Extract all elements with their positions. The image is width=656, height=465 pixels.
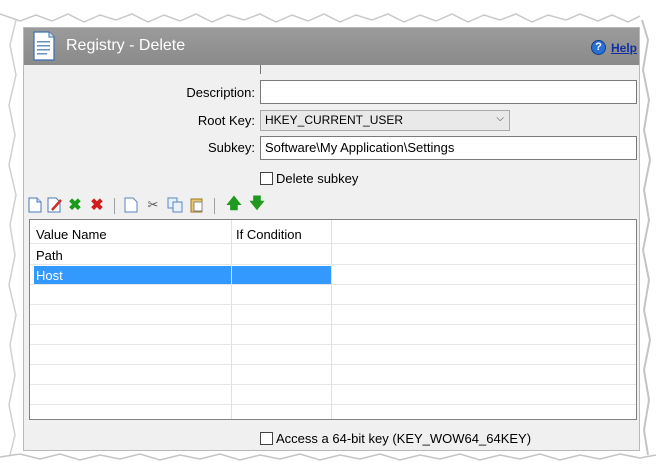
value-name-cell[interactable]: Host (30, 265, 230, 285)
empty-row (30, 285, 636, 305)
subkey-label: Subkey: (208, 140, 255, 155)
check-icon[interactable]: ✖ (66, 196, 84, 214)
delete-icon[interactable]: ✖ (88, 196, 106, 214)
table-row[interactable]: Path (30, 245, 636, 265)
duplicate-icon[interactable] (166, 196, 184, 214)
panel-header: Registry - Delete ? Help (24, 28, 639, 65)
grid-header-row: Value Name If Condition (30, 224, 636, 244)
description-label: Description: (186, 85, 255, 100)
empty-row (30, 385, 636, 405)
subkey-input[interactable]: Software\My Application\Settings (260, 136, 637, 160)
new-icon[interactable] (26, 196, 44, 214)
value-name-cell[interactable]: Path (30, 245, 230, 265)
access-64bit-checkbox[interactable] (260, 432, 273, 445)
access-64bit-label: Access a 64-bit key (KEY_WOW64_64KEY) (276, 431, 532, 446)
empty-row (30, 365, 636, 385)
torn-edge-left (8, 19, 17, 456)
torn-edge-bottom (0, 453, 656, 461)
delete-subkey-checkbox[interactable] (260, 172, 273, 185)
if-condition-cell[interactable] (230, 245, 330, 265)
toolbar-separator (114, 198, 115, 214)
help-icon[interactable]: ? (591, 40, 606, 55)
torn-edge-top (0, 0, 656, 23)
column-header-value-name[interactable]: Value Name (30, 224, 230, 244)
chevron-down-icon: ⌵ (496, 113, 504, 124)
values-grid[interactable]: Value Name If Condition Path Host (29, 219, 637, 420)
move-up-icon[interactable]: 🡅 (225, 195, 243, 214)
if-condition-cell[interactable] (230, 265, 330, 285)
paste-icon[interactable] (188, 196, 206, 214)
empty-row (30, 345, 636, 365)
column-header-if-condition[interactable]: If Condition (230, 224, 330, 244)
registry-delete-panel: Registry - Delete ? Help Description: Ro… (23, 27, 640, 451)
root-key-label: Root Key: (197, 113, 255, 128)
help-link[interactable]: Help (611, 41, 637, 55)
move-down-icon[interactable]: 🡇 (248, 195, 266, 214)
cut-icon[interactable]: ✂ (144, 196, 162, 214)
divider-tick (260, 65, 261, 74)
root-key-value: HKEY_CURRENT_USER (265, 113, 404, 127)
panel-title: Registry - Delete (66, 37, 186, 54)
toolbar-separator (214, 198, 215, 214)
document-icon (33, 31, 55, 61)
table-row[interactable]: Host (30, 265, 636, 285)
description-input[interactable] (260, 80, 637, 104)
delete-subkey-label: Delete subkey (276, 171, 359, 186)
empty-row (30, 305, 636, 325)
edit-icon[interactable] (46, 196, 64, 214)
copy-icon[interactable] (122, 196, 140, 214)
empty-row (30, 325, 636, 345)
root-key-select[interactable]: HKEY_CURRENT_USER ⌵ (260, 110, 510, 131)
